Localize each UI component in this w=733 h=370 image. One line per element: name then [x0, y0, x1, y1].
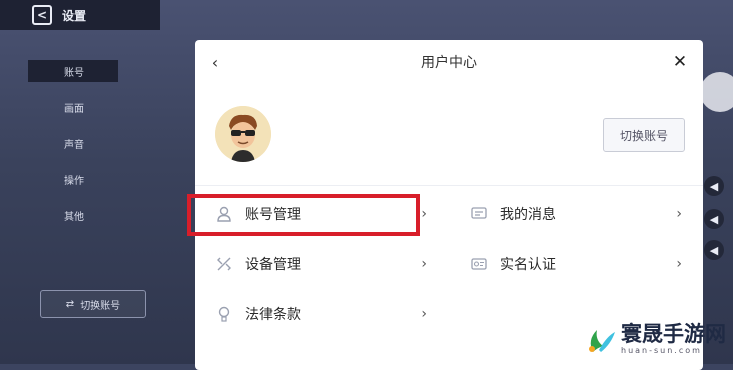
- settings-title: 设置: [62, 8, 87, 23]
- chevron-right-icon: ›: [676, 206, 682, 222]
- menu-legal-terms[interactable]: 法律条款 ›: [215, 298, 427, 330]
- sidebar-item-label: 账号: [64, 67, 84, 79]
- switch-account-button[interactable]: 切换账号: [603, 118, 685, 152]
- watermark-logo-icon: [583, 322, 617, 356]
- menu-label: 实名认证: [500, 257, 556, 273]
- switch-account-button-bg[interactable]: ⇄ 切换账号: [40, 290, 146, 318]
- avatar-face-icon: [215, 106, 271, 162]
- menu-my-messages[interactable]: 我的消息 ›: [470, 198, 682, 230]
- divider: [195, 185, 703, 186]
- chevron-left-icon[interactable]: ◀: [704, 176, 724, 196]
- chevron-right-icon: ›: [676, 256, 682, 272]
- menu-label: 法律条款: [245, 307, 301, 323]
- menu-label: 我的消息: [500, 207, 556, 223]
- sidebar-item-account[interactable]: 账号: [28, 60, 118, 82]
- switch-icon: ⇄: [65, 298, 75, 310]
- dialog-header: ‹ 用户中心 ✕: [195, 40, 703, 86]
- sidebar-item-sound[interactable]: 声音: [28, 132, 118, 154]
- settings-topbar: < 设置: [0, 0, 160, 30]
- chevron-left-icon[interactable]: ◀: [704, 240, 724, 260]
- menu-device-management[interactable]: 设备管理 ›: [215, 248, 427, 280]
- switch-account-label: 切换账号: [80, 300, 121, 312]
- id-card-icon: [470, 255, 488, 273]
- watermark-text: 寰晟手游网: [621, 321, 726, 346]
- device-icon: [215, 255, 233, 273]
- sidebar-item-label: 声音: [64, 139, 84, 151]
- dialog-title: 用户中心: [421, 55, 477, 71]
- sidebar-item-controls[interactable]: 操作: [28, 168, 118, 190]
- bulb-icon: [215, 305, 233, 323]
- close-icon[interactable]: ✕: [669, 51, 691, 73]
- sidebar-item-other[interactable]: 其他: [28, 204, 118, 226]
- chevron-right-icon: ›: [421, 256, 427, 272]
- chevron-right-icon: ›: [421, 306, 427, 322]
- menu-label: 设备管理: [245, 257, 301, 273]
- chevron-right-icon: ›: [421, 206, 427, 222]
- sidebar-item-display[interactable]: 画面: [28, 96, 118, 118]
- back-icon[interactable]: <: [32, 5, 52, 25]
- sidebar-item-label: 其他: [64, 211, 84, 223]
- sidebar-item-label: 画面: [64, 103, 84, 115]
- profile-bubble[interactable]: [700, 72, 733, 112]
- avatar[interactable]: [215, 106, 271, 162]
- switch-account-label: 切换账号: [619, 128, 668, 143]
- watermark-subtext: huan-sun.com: [621, 346, 702, 355]
- menu-real-name-verification[interactable]: 实名认证 ›: [470, 248, 682, 280]
- sidebar-item-label: 操作: [64, 175, 84, 187]
- highlight-box: [187, 194, 420, 236]
- watermark: 寰晟手游网 huan-sun.com: [583, 322, 726, 356]
- chevron-left-icon[interactable]: ◀: [704, 209, 724, 229]
- message-icon: [470, 205, 488, 223]
